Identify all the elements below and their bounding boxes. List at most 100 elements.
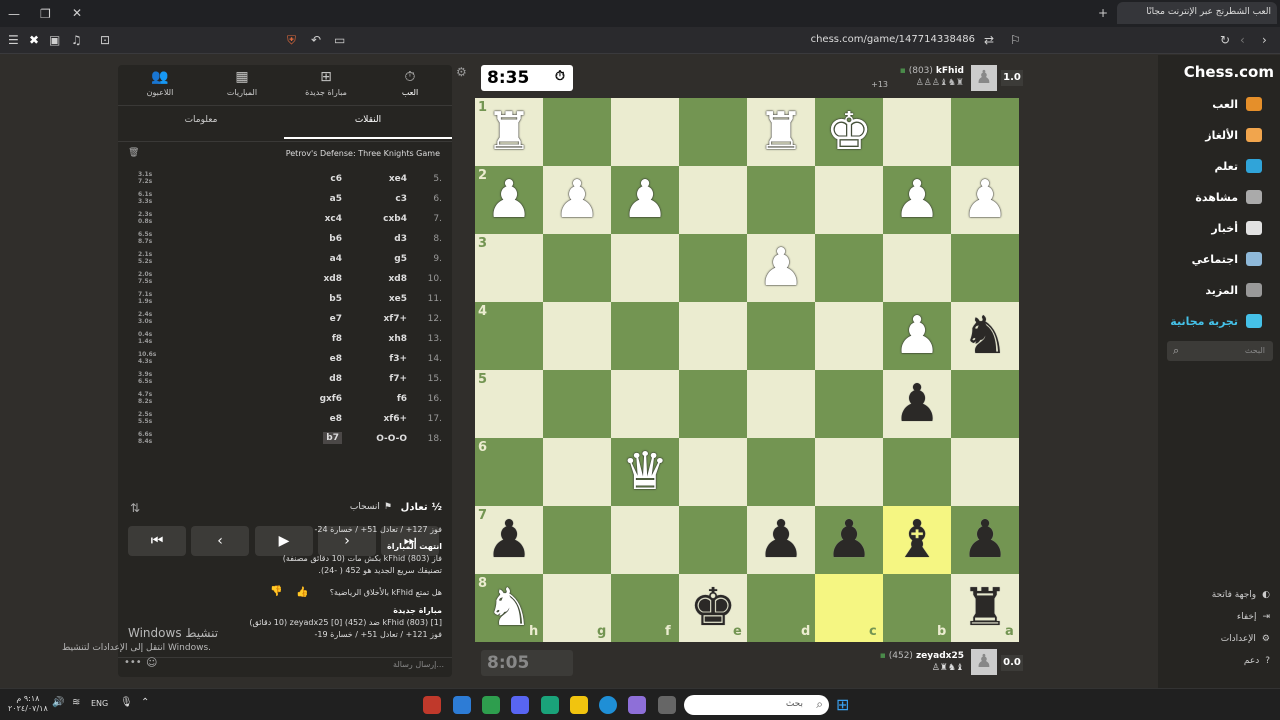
black-move[interactable]: b6 bbox=[329, 234, 342, 244]
nav-item[interactable]: أخبار bbox=[1211, 221, 1262, 235]
taskbar-search[interactable]: بحث ⌕ bbox=[684, 695, 829, 715]
first-move-button[interactable]: ⏮ bbox=[128, 526, 186, 556]
black-move[interactable]: b7 bbox=[323, 432, 342, 444]
undo-icon[interactable]: ↶ bbox=[311, 33, 321, 47]
tab-new-game[interactable]: ⊞ مباراة جديدة bbox=[286, 69, 366, 97]
white-move[interactable]: d3 bbox=[394, 234, 407, 244]
square-c3[interactable] bbox=[815, 234, 883, 302]
thumbs-up-icon[interactable]: 👍 bbox=[296, 587, 308, 598]
top-player-name[interactable]: ▪ (803) kFhid bbox=[900, 66, 964, 76]
white-move[interactable]: c3 bbox=[395, 194, 407, 204]
app-icon[interactable] bbox=[453, 696, 471, 714]
piece-f2[interactable]: ♟ bbox=[611, 166, 679, 234]
square-b1[interactable] bbox=[883, 98, 951, 166]
square-c6[interactable] bbox=[815, 438, 883, 506]
play-button[interactable]: ▶ bbox=[255, 526, 313, 556]
white-move[interactable]: xh8 bbox=[389, 334, 407, 344]
black-move[interactable]: c6 bbox=[330, 174, 342, 184]
piece-d3[interactable]: ♟ bbox=[747, 234, 815, 302]
restore-icon[interactable]: ❐ bbox=[40, 7, 51, 21]
square-g3[interactable] bbox=[543, 234, 611, 302]
square-e4[interactable] bbox=[679, 302, 747, 370]
square-a6[interactable] bbox=[951, 438, 1019, 506]
white-move[interactable]: O-O-O bbox=[376, 434, 407, 444]
black-move[interactable]: f8 bbox=[332, 334, 342, 344]
nav-item[interactable]: اجتماعي bbox=[1192, 252, 1262, 266]
black-move[interactable]: a5 bbox=[330, 194, 342, 204]
chat-input[interactable]: إرسال رسالة... bbox=[393, 660, 444, 669]
bottom-avatar[interactable]: ♟ bbox=[971, 649, 997, 675]
square-e6[interactable] bbox=[679, 438, 747, 506]
search-input[interactable]: ⌕ البحث bbox=[1167, 341, 1273, 361]
white-move[interactable]: f6 bbox=[397, 394, 407, 404]
minimize-icon[interactable]: — bbox=[8, 7, 20, 21]
mic-icon[interactable]: 🎙 bbox=[120, 697, 133, 708]
draw-button[interactable]: ½ تعادل bbox=[401, 502, 442, 513]
subtab-moves[interactable]: النقلات bbox=[284, 115, 452, 125]
piece-g2[interactable]: ♟ bbox=[543, 166, 611, 234]
back-icon[interactable]: › bbox=[1262, 33, 1267, 47]
piece-b2[interactable]: ♟ bbox=[883, 166, 951, 234]
language-indicator[interactable]: ENG bbox=[91, 699, 108, 708]
piece-a2[interactable]: ♟ bbox=[951, 166, 1019, 234]
screenshot-icon[interactable]: ⊡ bbox=[100, 33, 110, 47]
bottom-player-name[interactable]: ▪ (452) zeyadx25 bbox=[880, 651, 964, 661]
square-f1[interactable] bbox=[611, 98, 679, 166]
edge-icon[interactable] bbox=[599, 696, 617, 714]
light-mode-toggle[interactable]: واجهة فاتحة ◐ bbox=[1212, 590, 1270, 600]
square-b6[interactable] bbox=[883, 438, 951, 506]
thumbs-down-icon[interactable]: 👎 bbox=[270, 586, 282, 597]
square-e5[interactable] bbox=[679, 370, 747, 438]
white-move[interactable]: xd8 bbox=[388, 274, 407, 284]
clock-tray[interactable]: ٩:١٨ م ٢٠٢٤/٠٧/١٨ bbox=[8, 694, 48, 714]
black-move[interactable]: gxf6 bbox=[320, 394, 342, 404]
tab-games[interactable]: ▦ المباريات bbox=[202, 69, 282, 97]
square-a1[interactable] bbox=[951, 98, 1019, 166]
site-settings-icon[interactable]: ⇄ bbox=[984, 33, 994, 47]
square-e7[interactable] bbox=[679, 506, 747, 574]
emoji-icon[interactable]: ☺ bbox=[146, 656, 157, 669]
white-move[interactable]: g5 bbox=[394, 254, 407, 264]
square-f5[interactable] bbox=[611, 370, 679, 438]
prev-move-button[interactable]: ‹ bbox=[191, 526, 249, 556]
chess-board[interactable]: 1 2 3 4 5 6 7 8 h g f e d c b a ♜ ♜ ♚ ♟ ♟ ♟ ♟ ♟ ♟ ♟ ♞ ♟ ♛ ♟ ♟ ♟ ♝ ♟ ♞ ♚ ♜ bbox=[475, 98, 1019, 642]
wifi-icon[interactable]: ≋ bbox=[72, 697, 80, 708]
reload-icon[interactable]: ↻ bbox=[1220, 33, 1230, 47]
white-move[interactable]: xe5 bbox=[389, 294, 407, 304]
square-e3[interactable] bbox=[679, 234, 747, 302]
white-move[interactable]: xf7+ bbox=[383, 314, 407, 324]
nav-item[interactable]: مشاهدة bbox=[1195, 190, 1262, 204]
piece-c1[interactable]: ♚ bbox=[815, 98, 883, 166]
white-move[interactable]: f3+ bbox=[389, 354, 407, 364]
square-g1[interactable] bbox=[543, 98, 611, 166]
square-f4[interactable] bbox=[611, 302, 679, 370]
black-move[interactable]: e8 bbox=[330, 414, 342, 424]
tab-players[interactable]: 👥 اللاعبون bbox=[120, 69, 200, 97]
file-explorer-icon[interactable] bbox=[570, 696, 588, 714]
piece-b4[interactable]: ♟ bbox=[883, 302, 951, 370]
piece-e8[interactable]: ♚ bbox=[679, 574, 747, 642]
square-d5[interactable] bbox=[747, 370, 815, 438]
square-f7[interactable] bbox=[611, 506, 679, 574]
piece-h2[interactable]: ♟ bbox=[475, 166, 543, 234]
piece-b7[interactable]: ♝ bbox=[883, 506, 951, 574]
square-a5[interactable] bbox=[951, 370, 1019, 438]
square-d4[interactable] bbox=[747, 302, 815, 370]
piece-a7[interactable]: ♟ bbox=[951, 506, 1019, 574]
url-text[interactable]: chess.com/game/147714338486 bbox=[790, 34, 975, 45]
white-move[interactable]: f7+ bbox=[389, 374, 407, 384]
nav-item[interactable]: الألغاز bbox=[1205, 128, 1262, 142]
square-g7[interactable] bbox=[543, 506, 611, 574]
black-move[interactable]: xd8 bbox=[323, 274, 342, 284]
nav-item[interactable]: تعلم bbox=[1215, 159, 1262, 173]
flip-board-icon[interactable]: ⇅ bbox=[130, 501, 140, 515]
trash-icon[interactable]: 🗑 bbox=[128, 148, 139, 158]
reader-icon[interactable]: ▭ bbox=[334, 33, 345, 47]
white-move[interactable]: xe4 bbox=[389, 174, 407, 184]
piece-b5[interactable]: ♟ bbox=[883, 370, 951, 438]
black-move[interactable]: d8 bbox=[329, 374, 342, 384]
square-b3[interactable] bbox=[883, 234, 951, 302]
square-a3[interactable] bbox=[951, 234, 1019, 302]
collapse-button[interactable]: إخفاء ⇥ bbox=[1237, 612, 1270, 622]
square-e2[interactable] bbox=[679, 166, 747, 234]
